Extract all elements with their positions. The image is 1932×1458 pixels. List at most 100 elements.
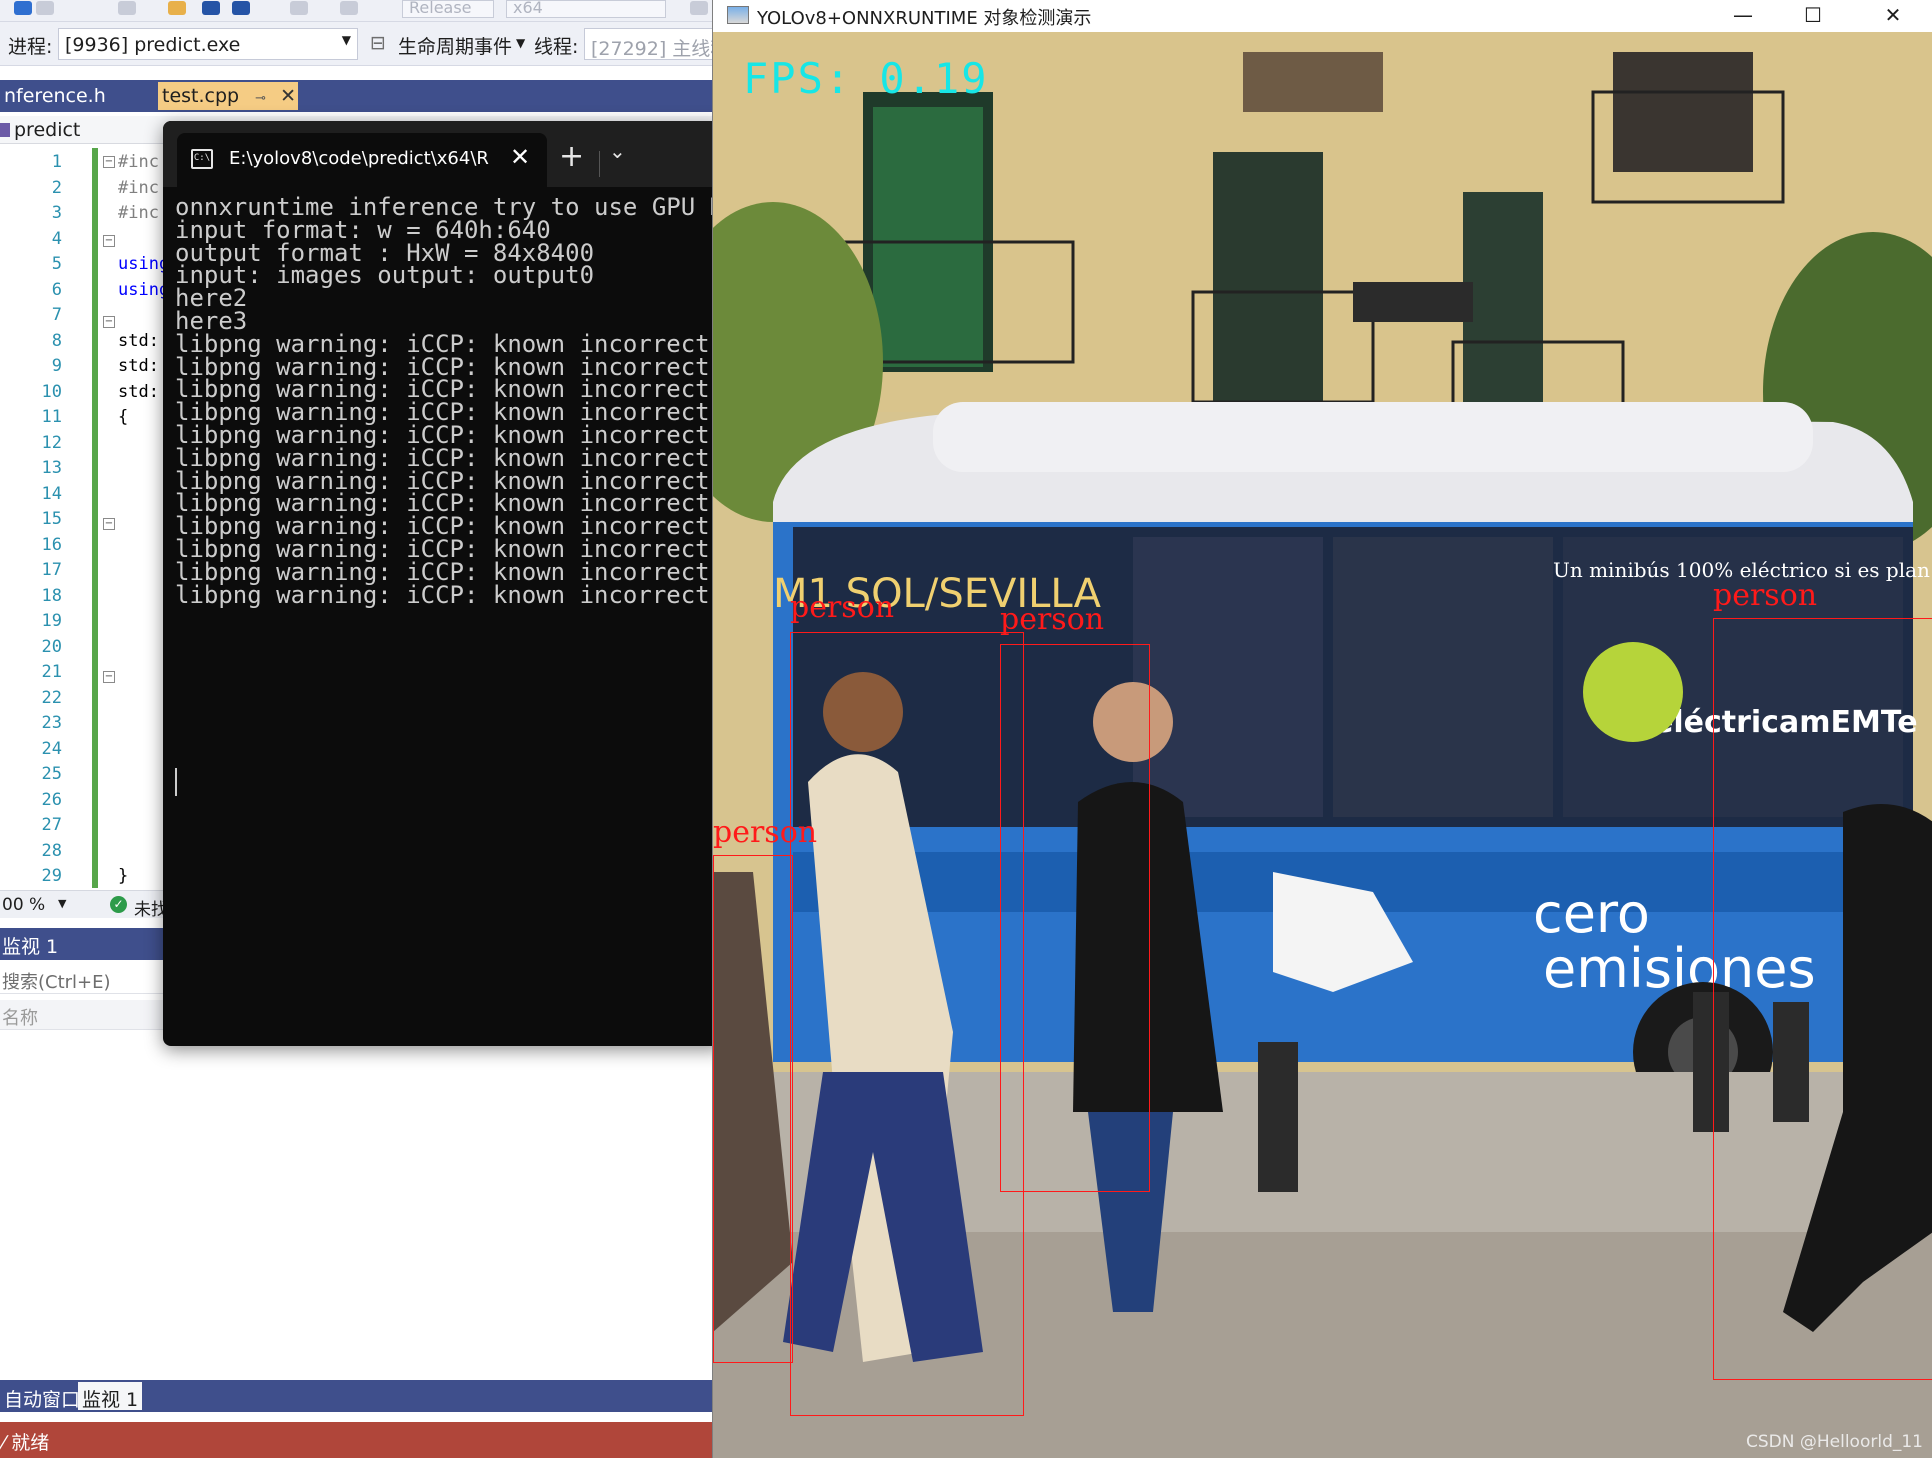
terminal-output[interactable]: onnxruntime inference try to use GPU De i… (175, 193, 723, 1033)
vs-standard-toolbar: Release x64 (0, 0, 715, 22)
new-tab-icon[interactable]: + (559, 139, 584, 174)
watch-title: 监视 1 (2, 936, 59, 958)
watch-search-placeholder: 搜索(Ctrl+E) (2, 972, 111, 993)
undo-icon[interactable] (290, 1, 308, 15)
code-line[interactable]: using (118, 280, 169, 300)
project-icon (0, 123, 10, 137)
detection-box (790, 632, 1024, 1416)
line-number: 3 (51, 203, 62, 223)
change-tracking-bar (92, 148, 98, 888)
line-number: 10 (41, 381, 62, 402)
code-line[interactable]: #inc (118, 152, 159, 172)
maximize-icon[interactable]: ☐ (1783, 0, 1843, 32)
project-name: predict (14, 119, 81, 141)
line-number: 22 (41, 687, 62, 708)
pin-icon[interactable]: ⊸ (255, 91, 266, 106)
tab-label: test.cpp (162, 85, 240, 107)
open-folder-icon[interactable] (168, 1, 186, 15)
back-icon[interactable] (14, 1, 32, 15)
code-line[interactable]: std: (118, 356, 159, 376)
status-bar: ⁄ 就绪 (0, 1422, 715, 1458)
platform-select[interactable]: x64 (506, 0, 666, 18)
save-all-icon[interactable] (232, 1, 250, 15)
code-line[interactable]: { (118, 407, 128, 427)
code-line[interactable]: #inc (118, 178, 159, 198)
chevron-down-icon: ▼ (341, 33, 351, 47)
close-icon[interactable]: ✕ (1863, 0, 1923, 32)
line-number: 17 (41, 560, 62, 580)
detection-window: YOLOv8+ONNXRUNTIME 对象检测演示 — ☐ ✕ cero emi… (712, 0, 1932, 1458)
tab-test-cpp[interactable]: test.cpp ⊸ ✕ (158, 82, 298, 110)
forward-icon[interactable] (36, 1, 54, 15)
debug-tool-tabs: 自动窗口 监视 1 (0, 1380, 715, 1412)
line-number: 1 (51, 152, 62, 172)
code-line[interactable]: #inc (118, 203, 159, 223)
window-title: YOLOv8+ONNXRUNTIME 对象检测演示 (757, 8, 1092, 29)
line-number: 4 (51, 228, 62, 249)
line-number: 15 (41, 509, 62, 529)
new-item-icon[interactable] (118, 1, 136, 15)
tab-autos[interactable]: 自动窗口 (0, 1382, 84, 1411)
detection-label: person (1713, 578, 1818, 613)
line-number: 13 (41, 458, 62, 478)
line-number: 29 (41, 866, 62, 886)
line-number: 6 (51, 279, 62, 300)
line-number: 9 (51, 356, 62, 376)
terminal-line: libpng warning: iCCP: known incorrect s (175, 580, 723, 609)
text-cursor (175, 768, 177, 796)
redo-icon[interactable] (340, 1, 358, 15)
code-line[interactable]: std: (118, 382, 159, 402)
line-number: 21 (41, 662, 62, 682)
line-number-gutter: 1 2 3 4 5 6 7 8 9 10 11 12 13 14 15 16 17 18 19 20 21 22 23 24 2… (0, 148, 70, 888)
terminal-tab-title: E:\yolov8\code\predict\x64\R (229, 148, 489, 169)
fps-counter: FPS: 0.19 (743, 54, 989, 103)
close-icon[interactable]: ✕ (510, 143, 530, 171)
fold-toggle-icon[interactable]: − (103, 156, 115, 168)
watch-col-name: 名称 (2, 1008, 38, 1029)
console-icon: C:\ (191, 149, 213, 169)
configuration-select[interactable]: Release (402, 0, 494, 18)
terminal-tab[interactable]: C:\ E:\yolov8\code\predict\x64\R ✕ (177, 133, 547, 187)
app-icon (727, 6, 749, 24)
code-line[interactable]: using (118, 254, 169, 274)
detection-box (1000, 644, 1150, 1192)
line-number: 7 (51, 305, 62, 325)
line-number: 5 (51, 254, 62, 274)
check-circle-icon: ✓ (110, 896, 127, 913)
tab-watch-1[interactable]: 监视 1 (78, 1382, 143, 1411)
detection-titlebar: YOLOv8+ONNXRUNTIME 对象检测演示 — ☐ ✕ (713, 0, 1932, 32)
thread-select[interactable]: [27292] 主线程 (584, 28, 724, 60)
tab-inference-h[interactable]: nference.h (0, 82, 155, 110)
line-number: 16 (41, 534, 62, 555)
line-number: 2 (51, 177, 62, 198)
detection-box (713, 855, 793, 1363)
divider (599, 151, 600, 177)
vs-debug-location-toolbar: 进程: [9936] predict.exe ▼ ⊟ 生命周期事件 ▼ 线程: … (0, 22, 724, 66)
line-number: 25 (41, 764, 62, 784)
svg-text:cero: cero (1533, 882, 1650, 945)
chevron-down-icon: ▼ (516, 36, 526, 50)
terminal-titlebar: C:\ E:\yolov8\code\predict\x64\R ✕ + ⌄ (163, 121, 723, 187)
code-line[interactable]: } (118, 866, 128, 886)
fold-toggle-icon[interactable]: − (103, 671, 115, 683)
lifecycle-events-button[interactable]: 生命周期事件 (398, 32, 512, 59)
fold-toggle-icon[interactable]: − (103, 235, 115, 247)
minimize-icon[interactable]: — (1713, 0, 1773, 32)
fold-toggle-icon[interactable]: − (103, 316, 115, 328)
save-icon[interactable] (202, 1, 220, 15)
lifecycle-events-icon[interactable]: ⊟ (370, 32, 386, 54)
thread-label: 线程: (534, 36, 579, 58)
code-line[interactable]: std: (118, 331, 159, 351)
process-label: 进程: (8, 36, 53, 58)
chevron-down-icon[interactable]: ⌄ (609, 139, 626, 163)
start-debug-icon[interactable] (690, 1, 708, 15)
terminal-window: C:\ E:\yolov8\code\predict\x64\R ✕ + ⌄ o… (163, 121, 723, 1046)
zoom-level[interactable]: 00 % (2, 895, 45, 915)
watermark: CSDN @Helloorld_11 (1746, 1432, 1923, 1452)
process-select[interactable]: [9936] predict.exe ▼ (58, 28, 358, 60)
fold-toggle-icon[interactable]: − (103, 518, 115, 530)
line-number: 27 (41, 815, 62, 835)
detection-label: person (1000, 602, 1105, 637)
chevron-down-icon[interactable]: ▼ (58, 897, 66, 910)
close-icon[interactable]: ✕ (280, 85, 296, 107)
